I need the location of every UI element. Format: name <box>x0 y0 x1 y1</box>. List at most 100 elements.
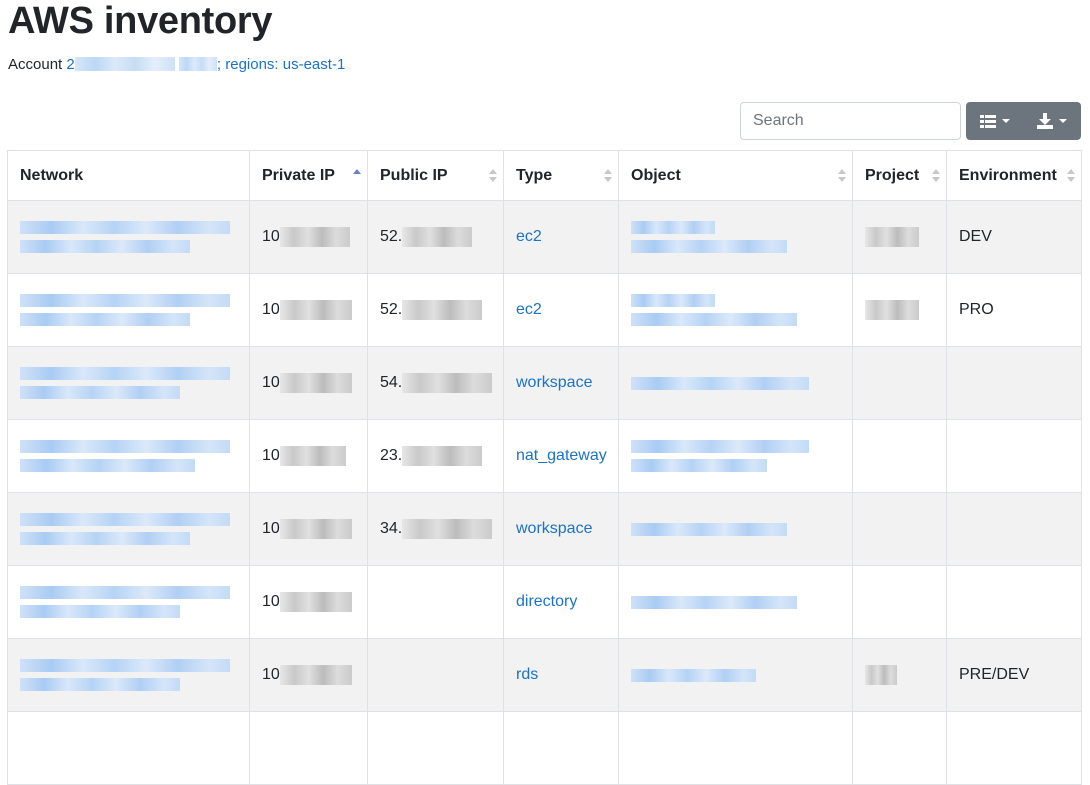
type-link[interactable]: directory <box>516 593 577 610</box>
toolbar-button-group <box>966 102 1081 140</box>
type-link[interactable]: ec2 <box>516 228 542 245</box>
cell-project <box>852 638 947 712</box>
column-header-public-ip[interactable]: Public IP <box>367 150 504 201</box>
cell-type <box>503 711 619 785</box>
redacted-public-ip <box>402 227 473 247</box>
sort-icon <box>604 169 612 183</box>
cell-type: nat_gateway <box>503 419 619 493</box>
chevron-down-icon <box>1059 119 1067 123</box>
cell-private-ip <box>249 711 368 785</box>
cell-type: directory <box>503 565 619 639</box>
sort-icon <box>932 169 940 183</box>
sort-icon <box>838 169 846 183</box>
private-ip-text: 10 <box>262 374 280 392</box>
cell-object <box>618 200 853 274</box>
redacted-object-link[interactable] <box>631 440 844 472</box>
redacted-private-ip <box>279 446 346 466</box>
cell-type: ec2 <box>503 273 619 347</box>
cell-environment <box>946 492 1082 566</box>
redacted-account-name <box>178 57 217 71</box>
cell-project <box>852 419 947 493</box>
cell-type: ec2 <box>503 200 619 274</box>
private-ip-text: 10 <box>262 301 280 319</box>
cell-environment <box>946 565 1082 639</box>
cell-network <box>7 565 250 639</box>
redacted-object-link[interactable] <box>631 376 844 390</box>
column-header-object[interactable]: Object <box>618 150 853 201</box>
cell-object <box>618 492 853 566</box>
cell-public-ip: 23. <box>367 419 504 493</box>
column-header-network[interactable]: Network <box>7 150 250 201</box>
cell-object <box>618 565 853 639</box>
cell-project <box>852 200 947 274</box>
redacted-network <box>20 440 241 472</box>
cell-public-ip <box>367 711 504 785</box>
table-header-row: Network Private IP Public IP Type Object… <box>7 150 1082 201</box>
cell-project <box>852 711 947 785</box>
redacted-network <box>20 586 241 618</box>
table-row: 10 54. workspace <box>7 346 1082 420</box>
table-row: 10 52. ec2 DEV <box>7 200 1082 274</box>
account-info: Account 2 ; regions: us-east-1 <box>8 55 345 75</box>
column-header-private-ip[interactable]: Private IP <box>249 150 368 201</box>
cell-public-ip <box>367 565 504 639</box>
cell-network <box>7 200 250 274</box>
environment-text: DEV <box>959 228 992 245</box>
cell-project <box>852 346 947 420</box>
cell-public-ip: 52. <box>367 273 504 347</box>
columns-toggle-button[interactable] <box>966 102 1023 140</box>
redacted-network <box>20 367 241 399</box>
cell-object <box>618 419 853 493</box>
type-link[interactable]: workspace <box>516 520 592 537</box>
sort-icon <box>489 169 497 183</box>
redacted-object-link[interactable] <box>631 595 844 609</box>
private-ip-text: 10 <box>262 447 280 465</box>
type-link[interactable]: ec2 <box>516 301 542 318</box>
redacted-public-ip <box>402 373 493 393</box>
account-link[interactable]: 2 ; regions: us-east-1 <box>66 56 345 73</box>
public-ip-text: 23. <box>380 447 403 465</box>
redacted-public-ip <box>402 446 483 466</box>
redacted-network <box>20 221 241 253</box>
table-row <box>7 711 1082 785</box>
cell-object <box>618 346 853 420</box>
cell-network <box>7 419 250 493</box>
redacted-private-ip <box>279 665 352 685</box>
redacted-object-link[interactable] <box>631 221 844 253</box>
cell-object <box>618 711 853 785</box>
type-link[interactable]: workspace <box>516 374 592 391</box>
column-header-project[interactable]: Project <box>852 150 947 201</box>
cell-private-ip: 10 <box>249 492 368 566</box>
public-ip-text: 34. <box>380 520 403 538</box>
cell-private-ip: 10 <box>249 565 368 639</box>
redacted-private-ip <box>279 592 352 612</box>
table-row: 10 directory <box>7 565 1082 639</box>
column-header-type[interactable]: Type <box>503 150 619 201</box>
redacted-object-link[interactable] <box>631 522 844 536</box>
regions-label: ; regions: us-east-1 <box>216 56 346 73</box>
export-button[interactable] <box>1023 102 1081 140</box>
cell-public-ip: 54. <box>367 346 504 420</box>
cell-environment: DEV <box>946 200 1082 274</box>
cell-object <box>618 638 853 712</box>
type-link[interactable]: nat_gateway <box>516 447 607 464</box>
redacted-private-ip <box>279 519 352 539</box>
redacted-object-link[interactable] <box>631 294 844 326</box>
redacted-object-link[interactable] <box>631 668 844 682</box>
cell-private-ip: 10 <box>249 419 368 493</box>
private-ip-text: 10 <box>262 666 280 684</box>
sort-icon <box>1067 169 1075 183</box>
cell-object <box>618 273 853 347</box>
chevron-down-icon <box>1001 119 1010 123</box>
redacted-public-ip <box>402 300 483 320</box>
cell-network <box>7 273 250 347</box>
download-icon <box>1037 113 1053 129</box>
type-link[interactable]: rds <box>516 666 538 683</box>
column-header-environment[interactable]: Environment <box>946 150 1082 201</box>
public-ip-text: 52. <box>380 228 403 246</box>
page-title: AWS inventory <box>8 0 273 42</box>
cell-network <box>7 346 250 420</box>
search-input[interactable] <box>740 102 961 140</box>
account-prefix: Account <box>8 56 67 73</box>
redacted-private-ip <box>279 373 352 393</box>
